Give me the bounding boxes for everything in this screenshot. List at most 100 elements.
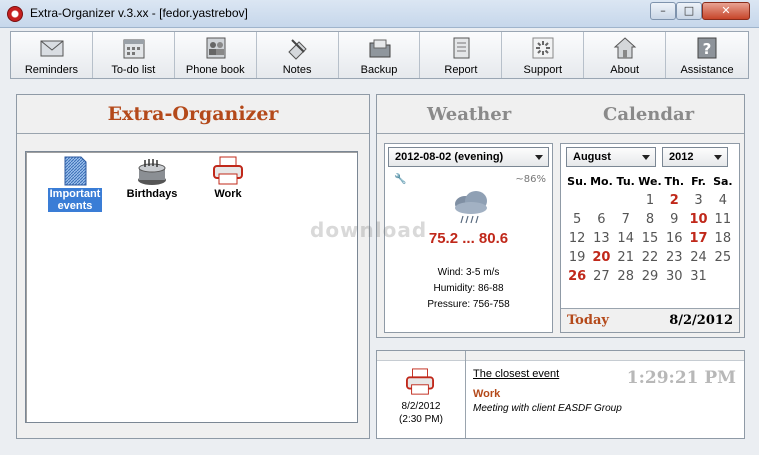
wind-value: Wind: 3-5 m/s bbox=[437, 267, 500, 278]
support-icon bbox=[532, 37, 554, 59]
category-work[interactable]: Work bbox=[196, 156, 260, 200]
calendar-day[interactable]: 4 bbox=[711, 191, 735, 210]
toolbar-label: To-do list bbox=[111, 64, 156, 76]
calendar-day[interactable]: 2 bbox=[662, 191, 686, 210]
category-label: Birthdays bbox=[126, 188, 178, 200]
event-name: Work bbox=[473, 388, 501, 400]
calendar-day[interactable]: 5 bbox=[565, 210, 589, 229]
calendar-day[interactable]: 25 bbox=[711, 248, 735, 267]
current-time: 1:29:21 PM bbox=[626, 368, 736, 388]
pressure-value: Pressure: 756-758 bbox=[427, 299, 510, 310]
assistance-button[interactable]: ? Assistance bbox=[666, 32, 748, 78]
calendar-day[interactable]: 22 bbox=[638, 248, 662, 267]
minimize-button[interactable]: – bbox=[650, 2, 676, 20]
toolbar-label: Support bbox=[523, 64, 563, 76]
calendar-day[interactable]: 7 bbox=[614, 210, 638, 229]
todo-list-button[interactable]: To-do list bbox=[93, 32, 175, 78]
phone-book-button[interactable]: Phone book bbox=[175, 32, 257, 78]
calendar-week: 26 27 28 29 30 31 bbox=[565, 267, 735, 286]
toolbar-label: About bbox=[610, 64, 640, 76]
close-button[interactable]: ✕ bbox=[702, 2, 750, 20]
notes-button[interactable]: Notes bbox=[257, 32, 339, 78]
weather-strip: 🔧 ~86% bbox=[385, 170, 552, 190]
event-description: Meeting with client EASDF Group bbox=[473, 403, 622, 414]
calendar-day[interactable]: 28 bbox=[614, 267, 638, 286]
toolbar-label: Report bbox=[444, 64, 478, 76]
category-birthdays[interactable]: Birthdays bbox=[120, 156, 184, 200]
toolbar-label: Assistance bbox=[680, 64, 734, 76]
calendar-day[interactable]: 17 bbox=[686, 229, 710, 248]
weekday-label: Th. bbox=[664, 175, 685, 188]
support-button[interactable]: Support bbox=[502, 32, 585, 78]
report-icon bbox=[453, 37, 470, 59]
calendar-day[interactable]: 14 bbox=[614, 229, 638, 248]
calendar-day[interactable]: 21 bbox=[614, 248, 638, 267]
about-button[interactable]: About bbox=[584, 32, 667, 78]
backup-button[interactable]: Backup bbox=[339, 32, 421, 78]
closest-event-link[interactable]: The closest event bbox=[473, 368, 559, 380]
month-value: August bbox=[573, 151, 611, 163]
month-select[interactable]: August bbox=[566, 147, 656, 167]
calendar-grid: Su. Mo. Tu. We. Th. Fr. Sa. 1 2 3 4 5 6 7 8 9 10 11 12 13 14… bbox=[565, 172, 735, 286]
calendar-week: 1234 bbox=[565, 191, 735, 210]
calendar-day[interactable]: 26 bbox=[565, 267, 589, 286]
weather-calendar-panel: Weather Calendar 2012-08-02 (evening) 🔧 … bbox=[376, 94, 745, 338]
rain-cloud-icon bbox=[455, 191, 487, 224]
category-list[interactable]: Important events Birthdays Work bbox=[25, 151, 358, 423]
weekday-label: Su. bbox=[567, 175, 588, 188]
calendar-day[interactable]: 6 bbox=[589, 210, 613, 229]
event-datetime: 8/2/2012 (2:30 PM) bbox=[377, 400, 465, 426]
calendar-day[interactable]: 18 bbox=[711, 229, 735, 248]
calendar-empty bbox=[711, 267, 735, 286]
printer-icon bbox=[406, 368, 434, 395]
reminders-button[interactable]: Reminders bbox=[11, 32, 93, 78]
calendar-day[interactable]: 20 bbox=[589, 248, 613, 267]
maximize-button[interactable]: □ bbox=[676, 2, 702, 20]
report-button[interactable]: Report bbox=[420, 32, 503, 78]
calendar-day[interactable]: 1 bbox=[638, 191, 662, 210]
folder-icon bbox=[369, 39, 391, 58]
toolbar-label: Backup bbox=[360, 64, 398, 76]
calendar-day[interactable]: 3 bbox=[686, 191, 710, 210]
house-icon bbox=[613, 37, 637, 59]
chevron-down-icon bbox=[535, 155, 543, 160]
category-important-events[interactable]: Important events bbox=[43, 156, 107, 212]
organizer-title: Extra-Organizer bbox=[107, 103, 279, 125]
wrench-icon[interactable]: 🔧 bbox=[394, 174, 406, 185]
divider bbox=[17, 133, 369, 134]
chevron-down-icon bbox=[642, 155, 650, 160]
calendar-day[interactable]: 9 bbox=[662, 210, 686, 229]
calendar-day[interactable]: 13 bbox=[589, 229, 613, 248]
divider bbox=[465, 351, 466, 438]
calendar-day[interactable]: 19 bbox=[565, 248, 589, 267]
weekday-label: Fr. bbox=[691, 175, 706, 188]
cake-icon bbox=[138, 159, 166, 185]
calendar-day[interactable]: 27 bbox=[589, 267, 613, 286]
weekday-label: Mo. bbox=[590, 175, 613, 188]
calendar-day[interactable]: 29 bbox=[638, 267, 662, 286]
calendar-day[interactable]: 10 bbox=[686, 210, 710, 229]
forecast-date-select[interactable]: 2012-08-02 (evening) bbox=[388, 147, 549, 167]
weekday-label: We. bbox=[638, 175, 662, 188]
calendar-day[interactable]: 8 bbox=[638, 210, 662, 229]
calendar-day[interactable]: 31 bbox=[686, 267, 710, 286]
divider bbox=[377, 133, 744, 134]
calendar-day[interactable]: 30 bbox=[662, 267, 686, 286]
calendar-day[interactable]: 12 bbox=[565, 229, 589, 248]
calendar-day[interactable]: 15 bbox=[638, 229, 662, 248]
calendar-empty bbox=[614, 191, 638, 210]
calendar-week: 19 20 21 22 23 24 25 bbox=[565, 248, 735, 267]
title-bar: Extra-Organizer v.3.xx - [fedor.yastrebo… bbox=[0, 0, 759, 28]
calendar-day[interactable]: 11 bbox=[711, 210, 735, 229]
calendar-day[interactable]: 23 bbox=[662, 248, 686, 267]
help-icon: ? bbox=[697, 37, 717, 59]
document-icon bbox=[64, 156, 87, 186]
closest-event-panel: 8/2/2012 (2:30 PM) The closest event 1:2… bbox=[376, 350, 745, 439]
watermark: download bbox=[310, 218, 428, 242]
calendar-header: Calendar bbox=[603, 104, 695, 125]
year-select[interactable]: 2012 bbox=[662, 147, 728, 167]
calendar-day[interactable]: 24 bbox=[686, 248, 710, 267]
calendar-day[interactable]: 16 bbox=[662, 229, 686, 248]
weekday-label: Tu. bbox=[616, 175, 635, 188]
today-bar[interactable]: Today 8/2/2012 bbox=[561, 308, 739, 332]
